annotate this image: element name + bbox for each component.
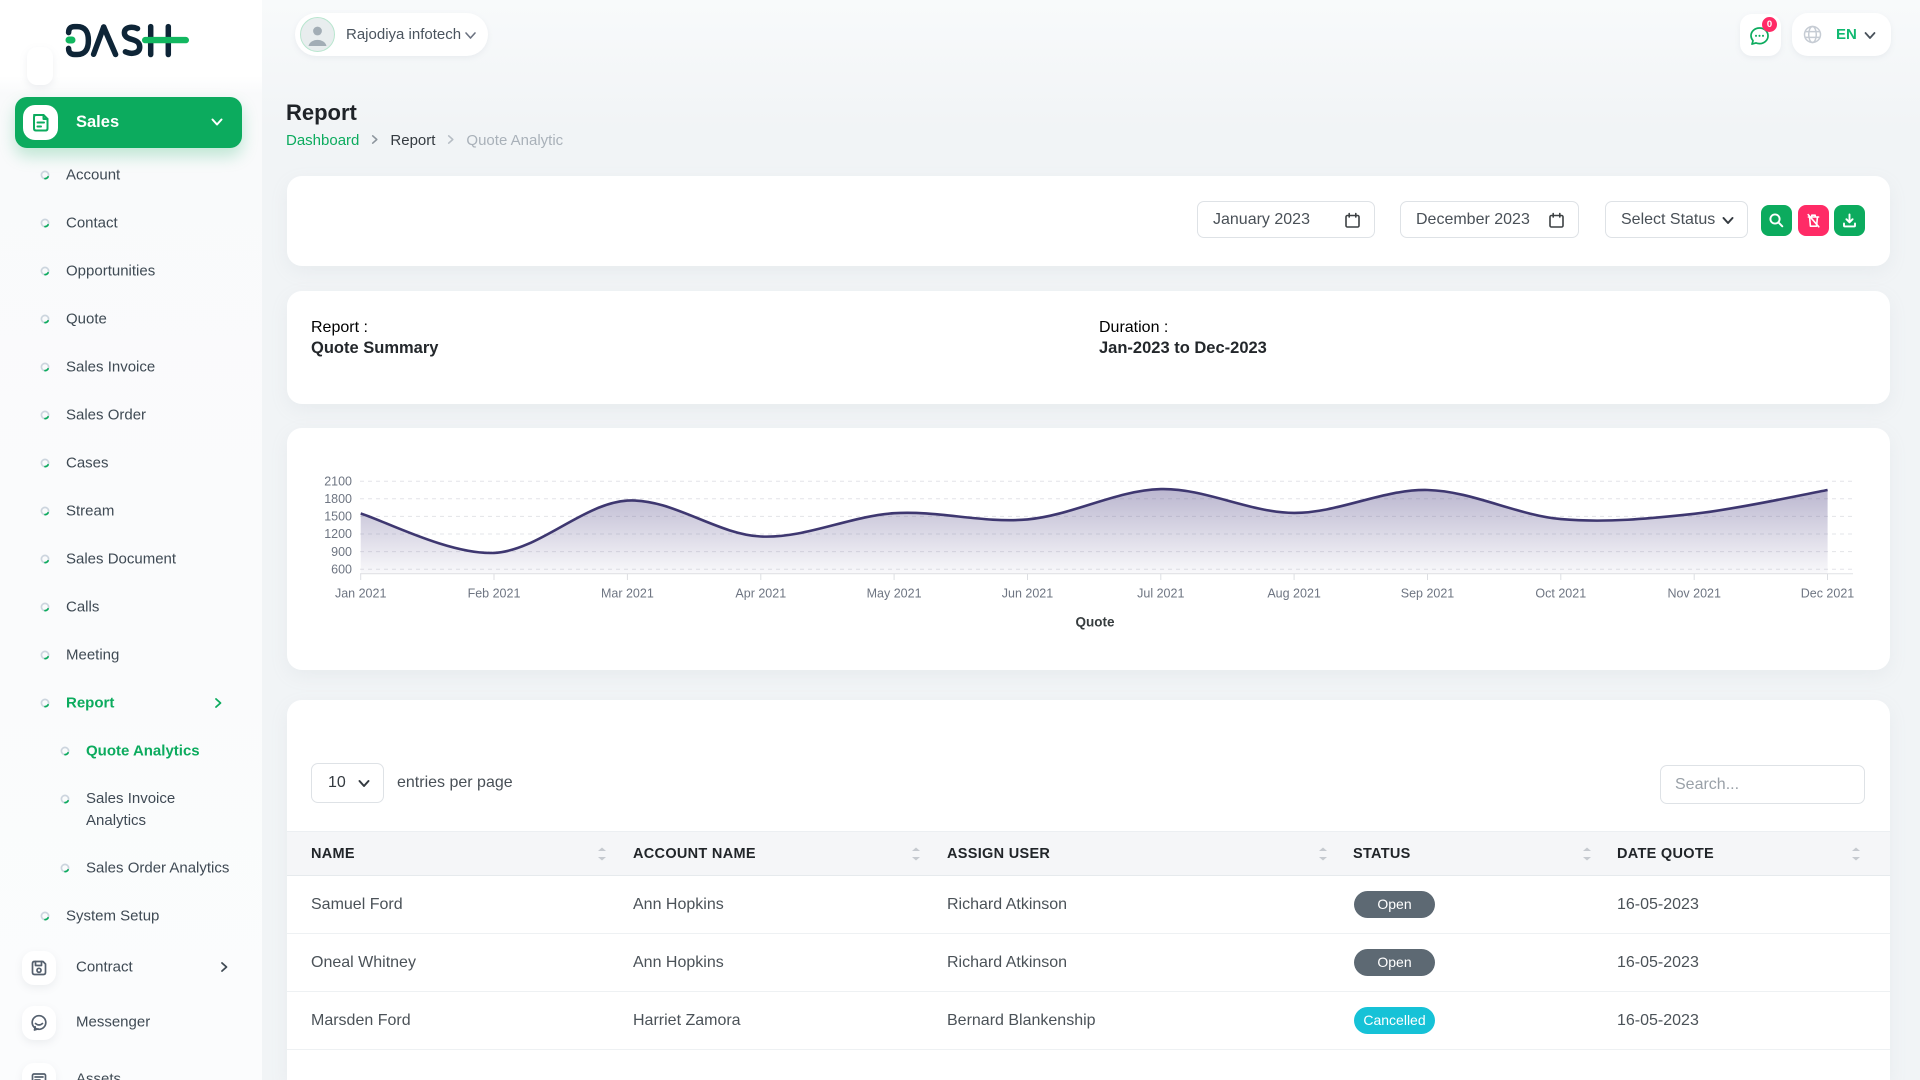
svg-text:1200: 1200 — [324, 527, 352, 541]
svg-text:1800: 1800 — [324, 492, 352, 506]
svg-text:Jan 2021: Jan 2021 — [335, 587, 386, 601]
svg-text:Aug 2021: Aug 2021 — [1267, 587, 1321, 601]
svg-text:Sep 2021: Sep 2021 — [1401, 587, 1455, 601]
svg-text:Apr 2021: Apr 2021 — [735, 587, 786, 601]
svg-text:Quote: Quote — [1076, 615, 1115, 630]
svg-text:Dec 2021: Dec 2021 — [1801, 587, 1855, 601]
svg-text:Jun 2021: Jun 2021 — [1002, 587, 1053, 601]
svg-text:Mar 2021: Mar 2021 — [601, 587, 654, 601]
svg-text:Oct 2021: Oct 2021 — [1535, 587, 1586, 601]
svg-text:Nov 2021: Nov 2021 — [1667, 587, 1721, 601]
svg-text:2100: 2100 — [324, 474, 352, 488]
svg-text:1500: 1500 — [324, 510, 352, 524]
svg-text:900: 900 — [331, 545, 352, 559]
svg-text:May 2021: May 2021 — [867, 587, 922, 601]
svg-text:600: 600 — [331, 562, 352, 576]
svg-text:Jul 2021: Jul 2021 — [1137, 587, 1184, 601]
svg-text:Feb 2021: Feb 2021 — [468, 587, 521, 601]
